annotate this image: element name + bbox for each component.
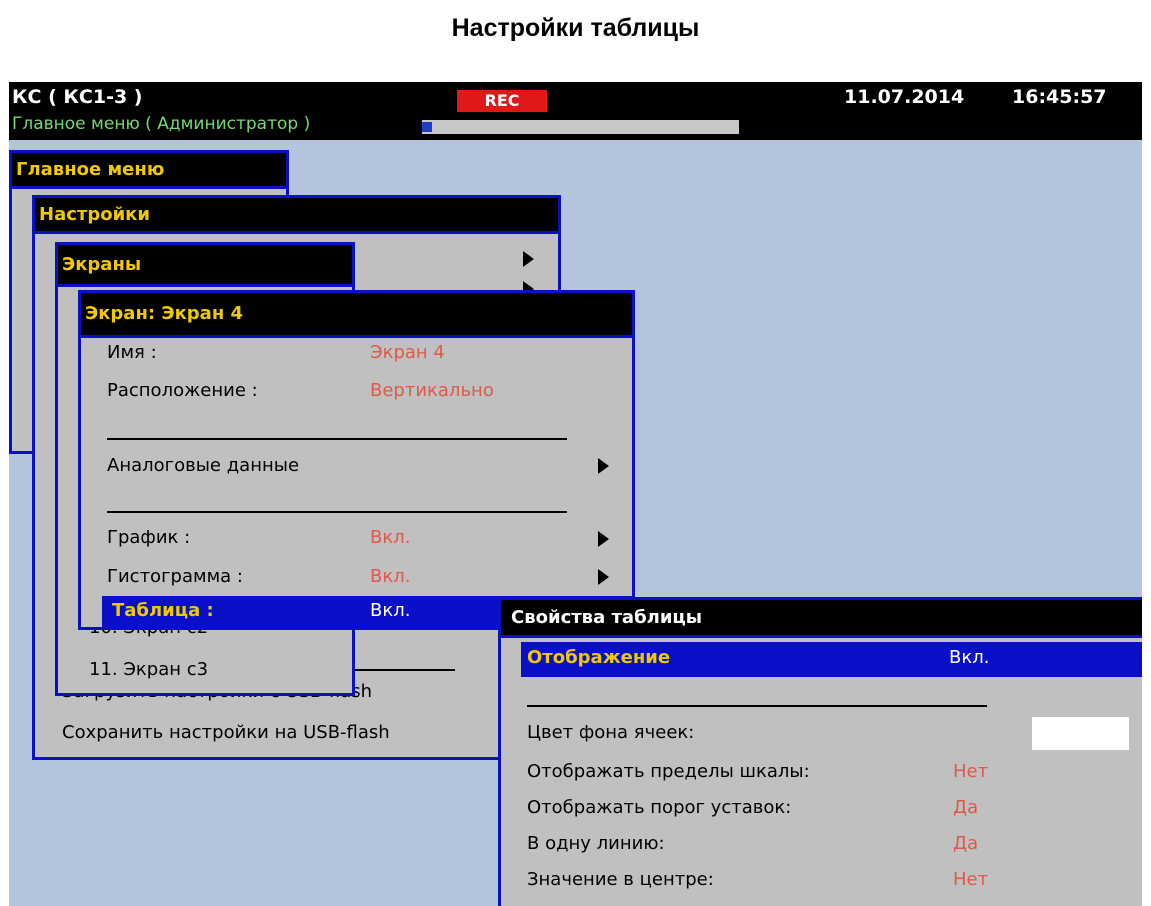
main-menu-title: Главное меню: [9, 150, 289, 189]
time-display: 16:45:57: [1012, 86, 1107, 108]
layout-value[interactable]: Вертикально: [370, 380, 494, 401]
status-bar: КС ( КС1-3 ) Главное меню ( Администрато…: [9, 82, 1142, 140]
one-line-label: В одну линию:: [527, 833, 665, 854]
submenu-arrow-icon: [523, 251, 534, 267]
submenu-arrow-icon: [598, 531, 609, 547]
submenu-arrow-icon: [598, 458, 609, 474]
progress-fill: [422, 122, 432, 132]
settings-menu-title: Настройки: [32, 195, 561, 234]
one-line-value[interactable]: Да: [953, 833, 978, 854]
setpoint-label: Отображать порог уставок:: [527, 797, 792, 818]
screen-menu-title: Экран: Экран 4: [78, 290, 635, 338]
screens-menu-title: Экраны: [55, 242, 355, 287]
device-screen: КС ( КС1-3 ) Главное меню ( Администрато…: [9, 82, 1142, 906]
name-label: Имя :: [107, 342, 157, 363]
table-label[interactable]: Таблица :: [112, 600, 214, 621]
menu-path: Главное меню ( Администратор ): [12, 114, 311, 134]
name-value[interactable]: Экран 4: [370, 342, 445, 363]
layout-label: Расположение :: [107, 380, 258, 401]
progress-bar: [422, 120, 739, 134]
histogram-label[interactable]: Гистограмма :: [107, 566, 243, 587]
display-label[interactable]: Отображение: [527, 647, 670, 668]
submenu-arrow-icon: [598, 569, 609, 585]
table-value[interactable]: Вкл.: [370, 600, 410, 621]
separator: [107, 438, 567, 440]
scale-limits-value[interactable]: Нет: [953, 761, 988, 782]
rec-badge: REC: [457, 90, 547, 112]
display-value[interactable]: Вкл.: [949, 647, 989, 668]
menu-item-screen-11[interactable]: 11. Экран с3: [89, 659, 208, 680]
separator: [527, 705, 987, 707]
menu-item-save-usb[interactable]: Сохранить настройки на USB-flash: [62, 722, 390, 743]
bg-color-label: Цвет фона ячеек:: [527, 722, 695, 743]
center-value-value[interactable]: Нет: [953, 869, 988, 890]
date-display: 11.07.2014: [844, 86, 965, 108]
menu-item-analog-data[interactable]: Аналоговые данные: [107, 455, 299, 476]
center-value-label: Значение в центре:: [527, 869, 714, 890]
device-name: КС ( КС1-3 ): [12, 86, 143, 108]
histogram-value[interactable]: Вкл.: [370, 566, 410, 587]
chart-label[interactable]: График :: [107, 527, 190, 548]
chart-value[interactable]: Вкл.: [370, 527, 410, 548]
bg-color-swatch[interactable]: [1032, 717, 1129, 750]
scale-limits-label: Отображать пределы шкалы:: [527, 761, 810, 782]
table-properties-title: Свойства таблицы: [498, 597, 1142, 638]
setpoint-value[interactable]: Да: [953, 797, 978, 818]
separator: [107, 511, 567, 513]
page-title: Настройки таблицы: [451, 14, 700, 42]
